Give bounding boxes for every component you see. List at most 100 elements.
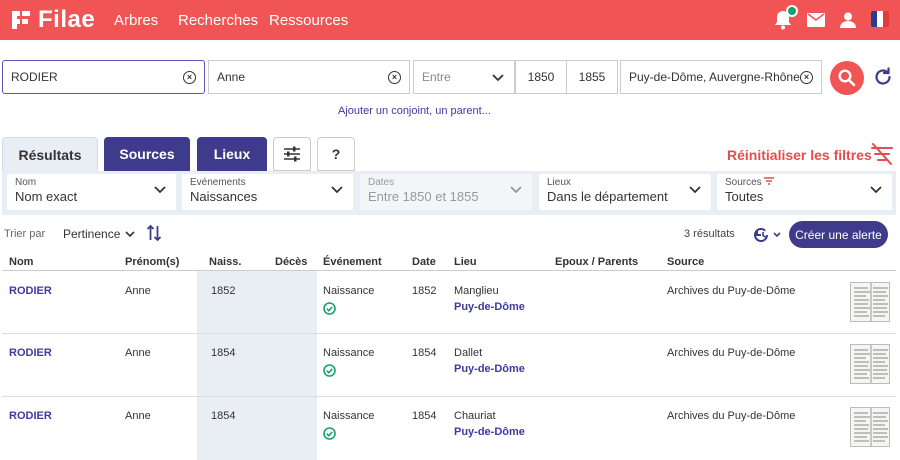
reset-filters-link[interactable]: Réinitialiser les filtres <box>727 147 872 163</box>
row-departement[interactable]: Puy-de-Dôme <box>454 301 525 313</box>
row-departement[interactable]: Puy-de-Dôme <box>454 363 525 375</box>
filter-sources-label-text: Sources <box>725 177 762 188</box>
filter-evenements-value: Naissances <box>190 189 258 204</box>
create-alert-button[interactable]: Créer une alerte <box>789 221 888 248</box>
filter-nom[interactable]: Nom Nom exact <box>7 174 176 210</box>
top-bar: Filae Arbres Recherches Ressources <box>0 0 900 40</box>
header-evenement: Événement <box>323 256 382 268</box>
filter-evenements[interactable]: Evénements Naissances <box>182 174 353 210</box>
check-circle-icon <box>323 302 336 315</box>
row-naiss: 1854 <box>211 410 236 422</box>
document-thumbnail[interactable] <box>850 344 890 384</box>
tab-places[interactable]: Lieux <box>197 137 267 171</box>
header-date: Date <box>412 256 436 268</box>
filae-logo-mark-icon <box>12 11 30 29</box>
filter-evenements-label: Evénements <box>190 177 246 188</box>
filter-active-icon <box>764 177 775 185</box>
row-date: 1854 <box>412 347 437 359</box>
surname-input[interactable]: RODIER × <box>2 60 205 94</box>
row-naiss: 1852 <box>211 285 236 297</box>
clear-surname-icon[interactable]: × <box>183 71 196 84</box>
document-thumbnail[interactable] <box>850 407 890 447</box>
clear-filters-icon[interactable] <box>870 143 894 165</box>
place-input[interactable]: Puy-de-Dôme, Auvergne-Rhône-Al × <box>620 60 822 94</box>
tab-results[interactable]: Résultats <box>2 137 98 171</box>
year-to-input[interactable]: 1855 <box>566 60 618 94</box>
header-nom: Nom <box>9 256 34 268</box>
clear-firstname-icon[interactable]: × <box>388 71 401 84</box>
filter-lieux-label: Lieux <box>547 177 571 188</box>
chevron-down-icon <box>125 230 135 237</box>
year-from-value: 1850 <box>527 70 555 84</box>
filter-lieux[interactable]: Lieux Dans le département <box>539 174 711 210</box>
filter-sources[interactable]: Sources Toutes <box>717 174 892 210</box>
row-nom[interactable]: RODIER <box>9 285 52 297</box>
row-departement[interactable]: Puy-de-Dôme <box>454 426 525 438</box>
row-prenom: Anne <box>125 285 151 297</box>
nav-recherches[interactable]: Recherches <box>178 12 258 29</box>
header-lieu: Lieu <box>454 256 477 268</box>
tab-sources[interactable]: Sources <box>104 137 190 171</box>
header-prenom: Prénom(s) <box>125 256 180 268</box>
sort-value: Pertinence <box>63 227 121 241</box>
mail-icon[interactable] <box>805 9 827 31</box>
chevron-down-icon <box>689 186 701 194</box>
header-naiss: Naiss. <box>209 256 242 268</box>
chevron-down-icon <box>331 186 343 194</box>
sort-select[interactable]: Pertinence <box>63 227 135 241</box>
nav-arbres[interactable]: Arbres <box>114 12 158 29</box>
check-circle-icon <box>323 364 336 377</box>
filter-nom-label: Nom <box>15 177 37 188</box>
year-from-input[interactable]: 1850 <box>515 60 567 94</box>
event-range-placeholder: Entre <box>422 70 451 84</box>
french-flag-icon[interactable] <box>871 11 889 27</box>
user-icon[interactable] <box>837 9 859 31</box>
results-count: 3 résultats <box>684 228 735 240</box>
row-nom[interactable]: RODIER <box>9 347 52 359</box>
row-lieu: Chauriat <box>454 410 496 422</box>
document-thumbnail[interactable] <box>850 282 890 322</box>
row-source: Archives du Puy-de-Dôme <box>667 347 796 359</box>
document-scan-icon <box>854 345 888 383</box>
row-evenement: Naissance <box>323 285 375 297</box>
row-lieu: Manglieu <box>454 285 499 297</box>
history-icon[interactable] <box>754 226 784 244</box>
row-nom[interactable]: RODIER <box>9 410 52 422</box>
search-button[interactable] <box>830 61 864 95</box>
tab-help[interactable]: ? <box>317 137 355 171</box>
row-lieu: Dallet <box>454 347 483 359</box>
header-deces: Décès <box>275 256 308 268</box>
filter-dates-label: Dates <box>368 177 395 188</box>
filter-dates-value: Entre 1850 et 1855 <box>368 189 479 204</box>
filae-logo[interactable]: Filae <box>8 6 95 34</box>
chevron-down-icon <box>492 74 504 82</box>
row-prenom: Anne <box>125 410 151 422</box>
year-to-value: 1855 <box>578 70 606 84</box>
firstname-input[interactable]: Anne × <box>208 60 410 94</box>
chevron-down-icon <box>154 186 166 194</box>
nav-ressources[interactable]: Ressources <box>269 12 348 29</box>
filter-dates: Dates Entre 1850 et 1855 <box>360 174 532 210</box>
event-range-select[interactable]: Entre <box>413 60 515 94</box>
row-divider <box>2 333 896 334</box>
check-circle-icon <box>323 427 336 440</box>
row-divider <box>2 396 896 397</box>
filter-sources-label: Sources <box>725 177 884 188</box>
logo-text: Filae <box>38 6 96 33</box>
filter-lieux-value: Dans le département <box>547 189 668 204</box>
sort-direction-icon[interactable] <box>146 224 162 242</box>
row-prenom: Anne <box>125 347 151 359</box>
notification-badge <box>786 5 798 17</box>
table-header-divider <box>2 270 896 271</box>
chevron-down-icon <box>870 186 882 194</box>
reset-search-icon[interactable] <box>872 66 894 88</box>
add-relative-link[interactable]: Ajouter un conjoint, un parent... <box>338 105 491 117</box>
tab-filters[interactable] <box>273 137 311 171</box>
row-naiss: 1854 <box>211 347 236 359</box>
chevron-down-icon <box>510 186 522 194</box>
row-evenement: Naissance <box>323 410 375 422</box>
sliders-icon <box>284 146 300 162</box>
row-source: Archives du Puy-de-Dôme <box>667 285 796 297</box>
sort-label: Trier par <box>4 228 46 240</box>
clear-place-icon[interactable]: × <box>800 71 813 84</box>
